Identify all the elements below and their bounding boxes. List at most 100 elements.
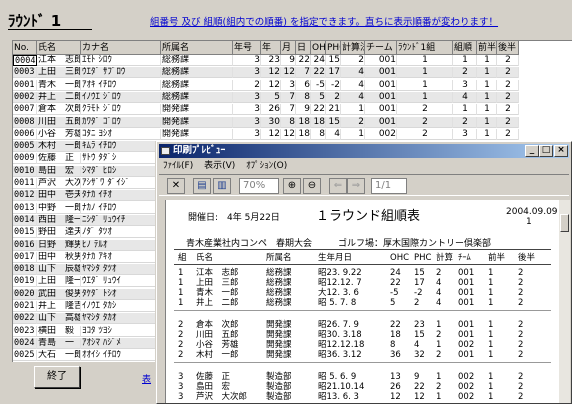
- grid-cell-kana[interactable]: ﾋﾉ ﾃﾙｵ: [81, 239, 161, 251]
- close-preview-icon[interactable]: ✕: [167, 178, 185, 194]
- grid-cell-name[interactable]: 山下 高雄: [37, 313, 81, 325]
- grid-cell-calc[interactable]: 1: [341, 128, 365, 140]
- menu-view[interactable]: 表示(V): [200, 159, 239, 173]
- grid-cell-dept[interactable]: 総務課: [161, 55, 233, 66]
- grid-cell-ohc[interactable]: 22: [311, 104, 326, 116]
- grid-cell-name[interactable]: 井上 二郎: [37, 91, 81, 103]
- grid-cell-kana[interactable]: ｵｵｲｼ ｲﾁﾛｳ: [81, 350, 161, 362]
- grid-cell-ohc[interactable]: 24: [311, 55, 326, 66]
- grid-cell-dept[interactable]: 総務課: [161, 91, 233, 103]
- grid-cell-name[interactable]: 田中 壱夫: [37, 190, 81, 202]
- grid-cell-kana[interactable]: ﾀｹﾀﾞ ﾄｼｵ: [81, 288, 161, 300]
- grid-cell-name[interactable]: 井上 隆吉: [37, 301, 81, 312]
- grid-cell-team[interactable]: 001: [365, 104, 397, 116]
- grid-cell-era[interactable]: 3: [233, 55, 261, 66]
- grid-row[interactable]: 0001 青木 一郎 ｱｵｷ ｲﾁﾛｳ 総務課 2 12 3 6 -5 -2 4 001 1 3 1 2: [13, 79, 519, 91]
- grid-cell-dept[interactable]: 開発課: [161, 104, 233, 116]
- grid-cell-order[interactable]: 3: [453, 79, 477, 91]
- grid-cell-dept[interactable]: 開発課: [161, 128, 233, 140]
- grid-cell-day[interactable]: 22: [296, 55, 311, 66]
- grid-cell-kana[interactable]: ﾉﾀﾞ ﾀﾂｵ: [81, 227, 161, 239]
- grid-cell-no[interactable]: 0023: [13, 325, 37, 337]
- grid-cell-front[interactable]: 1: [477, 116, 497, 128]
- grid-cell-kana[interactable]: ｱｵｷ ｲﾁﾛｳ: [81, 79, 161, 91]
- grid-cell-name[interactable]: 上田 隆一朗: [37, 276, 81, 288]
- grid-cell-kana[interactable]: ｷﾑﾗ ｲﾁﾛｳ: [81, 141, 161, 153]
- grid-cell-name[interactable]: 上田 三郎: [37, 67, 81, 79]
- close-button[interactable]: ×: [554, 145, 568, 157]
- grid-cell-name[interactable]: 佐藤 正: [37, 153, 81, 165]
- grid-cell-year[interactable]: 26: [261, 104, 281, 116]
- grid-cell-name[interactable]: 山下 辰雄: [37, 264, 81, 276]
- grid-cell-ohc[interactable]: 8: [311, 128, 326, 140]
- grid-cell-kana[interactable]: ﾅｶﾉ ｲﾁﾛｳ: [81, 202, 161, 214]
- grid-cell-no[interactable]: 0011: [13, 178, 37, 189]
- grid-cell-year[interactable]: 23: [261, 55, 281, 66]
- minimize-button[interactable]: _: [525, 145, 539, 157]
- prev-page-icon[interactable]: ⇐: [329, 178, 347, 194]
- grid-cell-ohc[interactable]: 5: [311, 91, 326, 103]
- grid-cell-group[interactable]: 1: [397, 91, 453, 103]
- grid-cell-day[interactable]: 8: [296, 91, 311, 103]
- grid-cell-name[interactable]: 西田 隆一: [37, 214, 81, 226]
- grid-cell-order[interactable]: 2: [453, 67, 477, 79]
- grid-cell-day[interactable]: 6: [296, 79, 311, 91]
- grid-cell-name[interactable]: 木村 一郎: [37, 141, 81, 153]
- grid-cell-kana[interactable]: ｳｴﾀﾞ ﾘｭｳｲ: [81, 276, 161, 288]
- grid-cell-day[interactable]: 7: [296, 67, 311, 79]
- grid-cell-no[interactable]: 0008: [13, 116, 37, 128]
- grid-cell-no[interactable]: 0019: [13, 276, 37, 288]
- page-field[interactable]: 1/1: [371, 178, 407, 194]
- grid-cell-no[interactable]: 0007: [13, 104, 37, 116]
- grid-cell-era[interactable]: 2: [233, 79, 261, 91]
- grid-cell-group[interactable]: 1: [397, 79, 453, 91]
- grid-cell-kana[interactable]: ｶﾜﾀﾞ ｺﾞﾛｳ: [81, 116, 161, 128]
- grid-cell-era[interactable]: 3: [233, 91, 261, 103]
- grid-cell-month[interactable]: 7: [281, 104, 296, 116]
- grid-cell-ohc[interactable]: 18: [311, 116, 326, 128]
- grid-cell-kana[interactable]: ｱｼｻﾞﾜ ﾀﾞｲｼﾞ: [81, 178, 161, 189]
- grid-cell-name[interactable]: 中野 一郎: [37, 202, 81, 214]
- grid-cell-month[interactable]: 7: [281, 91, 296, 103]
- grid-cell-era[interactable]: 3: [233, 104, 261, 116]
- grid-row[interactable]: 0004 江本 志郎 ｴﾓﾄ ｼﾛｳ 総務課 3 23 9 22 24 15 2 001 1 1 1 2: [13, 55, 519, 66]
- grid-cell-group[interactable]: 1: [397, 67, 453, 79]
- grid-row[interactable]: 0003 上田 三郎 ｳｴﾀﾞ ｻﾌﾞﾛｳ 総務課 3 12 12 7 22 17 4 001 1 2 1 2: [13, 67, 519, 79]
- grid-cell-group[interactable]: 1: [397, 55, 453, 66]
- grid-cell-no[interactable]: 0016: [13, 239, 37, 251]
- grid-cell-name[interactable]: 川田 五郎: [37, 116, 81, 128]
- grid-cell-year[interactable]: 12: [261, 67, 281, 79]
- grid-cell-ohc[interactable]: -5: [311, 79, 326, 91]
- grid-cell-order[interactable]: 4: [453, 91, 477, 103]
- grid-cell-kana[interactable]: ｱｵｼﾏ ﾊｼﾞﾒ: [81, 337, 161, 349]
- grid-cell-month[interactable]: 12: [281, 128, 296, 140]
- grid-cell-year[interactable]: 5: [261, 91, 281, 103]
- grid-cell-calc[interactable]: 2: [341, 116, 365, 128]
- grid-cell-calc[interactable]: 4: [341, 67, 365, 79]
- grid-cell-dept[interactable]: 総務課: [161, 79, 233, 91]
- maximize-button[interactable]: □: [539, 145, 553, 157]
- grid-cell-day[interactable]: 9: [296, 104, 311, 116]
- grid-cell-phc[interactable]: 17: [326, 67, 341, 79]
- grid-cell-no[interactable]: 0001: [13, 79, 37, 91]
- grid-cell-front[interactable]: 1: [477, 91, 497, 103]
- grid-cell-no[interactable]: 0002: [13, 91, 37, 103]
- grid-cell-order[interactable]: 1: [453, 104, 477, 116]
- grid-cell-kana[interactable]: ﾖｺﾀ ﾂﾖｼ: [81, 325, 161, 337]
- grid-cell-calc[interactable]: 4: [341, 79, 365, 91]
- grid-cell-team[interactable]: 001: [365, 91, 397, 103]
- grid-cell-calc[interactable]: 4: [341, 91, 365, 103]
- grid-cell-kana[interactable]: ｴﾓﾄ ｼﾛｳ: [81, 55, 161, 66]
- grid-cell-team[interactable]: 001: [365, 116, 397, 128]
- grid-cell-name[interactable]: 芦沢 大次郎: [37, 178, 81, 189]
- grid-cell-calc[interactable]: 2: [341, 55, 365, 66]
- grid-cell-name[interactable]: 江本 志郎: [37, 55, 81, 66]
- preview-scrollbar[interactable]: [559, 200, 570, 403]
- grid-cell-name[interactable]: 倉本 次郎: [37, 104, 81, 116]
- grid-cell-no[interactable]: 0005: [13, 141, 37, 153]
- grid-cell-name[interactable]: 青島 一: [37, 337, 81, 349]
- grid-cell-phc[interactable]: 2: [326, 91, 341, 103]
- grid-cell-name[interactable]: 島田 宏: [37, 165, 81, 177]
- grid-cell-year[interactable]: 30: [261, 116, 281, 128]
- grid-cell-phc[interactable]: 4: [326, 128, 341, 140]
